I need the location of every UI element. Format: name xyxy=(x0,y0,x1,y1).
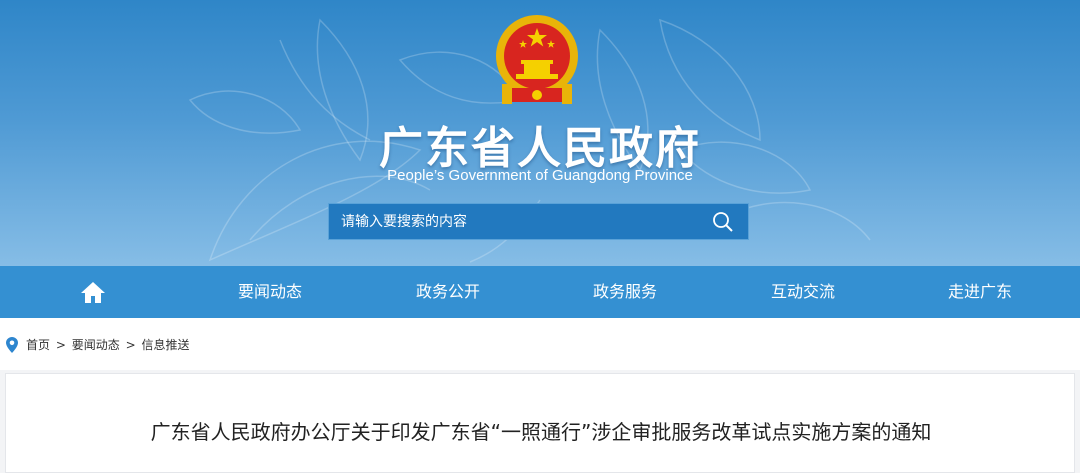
site-header: 广东省人民政府 People’s Government of Guangdong… xyxy=(0,0,1080,266)
breadcrumb-separator: > xyxy=(55,338,66,352)
search-button[interactable] xyxy=(698,204,748,239)
national-emblem-icon xyxy=(496,15,578,104)
site-subtitle: People’s Government of Guangdong Provinc… xyxy=(387,167,693,184)
nav-item-about-guangdong[interactable]: 走进广东 xyxy=(923,266,1037,318)
breadcrumb: 首页 > 要闻动态 > 信息推送 xyxy=(0,318,1080,370)
search-icon xyxy=(713,211,733,232)
nav-item-interaction[interactable]: 互动交流 xyxy=(746,266,860,318)
search-input[interactable] xyxy=(329,204,699,239)
breadcrumb-home[interactable]: 首页 xyxy=(26,338,50,352)
search-bar xyxy=(328,203,749,240)
nav-item-gov-services[interactable]: 政务服务 xyxy=(568,266,682,318)
breadcrumb-current[interactable]: 信息推送 xyxy=(141,338,189,352)
nav-home[interactable] xyxy=(70,266,116,318)
home-icon xyxy=(81,282,105,303)
breadcrumb-separator: > xyxy=(125,338,136,352)
nav-item-gov-affairs[interactable]: 政务公开 xyxy=(391,266,505,318)
breadcrumb-news[interactable]: 要闻动态 xyxy=(72,338,120,352)
main-nav: 要闻动态 政务公开 政务服务 互动交流 走进广东 xyxy=(0,266,1080,318)
nav-item-news[interactable]: 要闻动态 xyxy=(213,266,327,318)
article-panel: 广东省人民政府办公厅关于印发广东省“一照通行”涉企审批服务改革试点实施方案的通知 xyxy=(5,373,1075,473)
article-title: 广东省人民政府办公厅关于印发广东省“一照通行”涉企审批服务改革试点实施方案的通知 xyxy=(150,420,932,444)
breadcrumb-trail: 首页 > 要闻动态 > 信息推送 xyxy=(26,336,191,353)
location-pin-icon xyxy=(6,337,18,353)
